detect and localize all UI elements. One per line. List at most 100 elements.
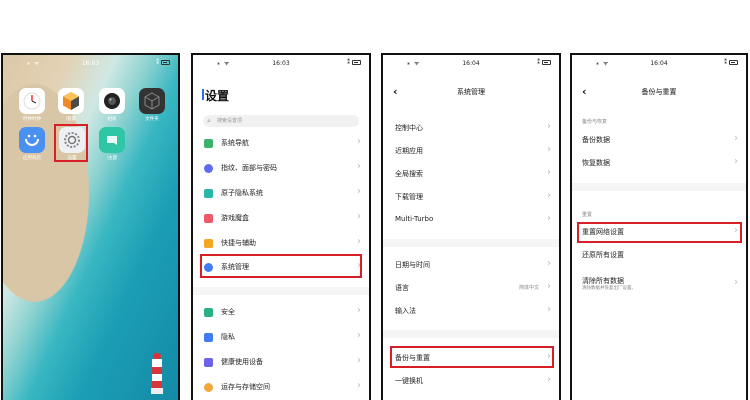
item-label: 指纹、面部与密码: [221, 164, 277, 172]
item-label: 原子隐私系统: [221, 189, 263, 197]
chevron-right-icon: ›: [547, 374, 551, 385]
chevron-right-icon: ›: [357, 236, 361, 247]
item-recent-apps[interactable]: 近期应用 ›: [383, 142, 559, 164]
item-label: 一键换机: [395, 377, 423, 385]
app-folder[interactable]: 文件夹: [135, 88, 169, 122]
settings-item-privacy-system[interactable]: 原子隐私系统 ›: [193, 184, 369, 206]
backup-reset-phone: ⁎ ᯤ 16:04 ⁑ ‹ 备份与重置 备份与恢复 备份数据 › 恢复数据 › …: [570, 53, 748, 400]
chevron-right-icon: ›: [547, 281, 551, 292]
chevron-right-icon: ›: [357, 330, 361, 341]
app-label: i主题: [106, 156, 118, 161]
section-header-backup: 备份与恢复: [582, 119, 608, 125]
item-global-search[interactable]: 全局搜索 ›: [383, 165, 559, 187]
search-icon: ⌕: [207, 117, 211, 125]
settings-item-privacy[interactable]: 隐私 ›: [193, 328, 369, 350]
search-input[interactable]: ⌕ 搜索设置项: [203, 115, 359, 127]
home-screen-phone: ⁎ ᯤ 16:03 ⁑ 时钟时钟 i管家 相机 文件夹 应用商店 设置 i主题: [1, 53, 180, 400]
divider: [572, 183, 746, 191]
settings-item-security[interactable]: 安全 ›: [193, 303, 369, 325]
theme-icon: [99, 127, 125, 153]
item-restore-all-settings[interactable]: 还原所有设置: [572, 246, 746, 268]
hourglass-icon: [204, 358, 213, 367]
item-phone-clone[interactable]: 一键换机 ›: [383, 372, 559, 394]
app-label: 时钟时钟: [23, 117, 41, 122]
divider: [383, 239, 559, 247]
item-label: Multi-Turbo: [395, 215, 434, 223]
item-restore-data[interactable]: 恢复数据 ›: [572, 154, 746, 176]
page-title: 设置: [201, 89, 230, 103]
app-imanager[interactable]: i管家: [54, 88, 88, 122]
item-label: 备份数据: [582, 136, 610, 144]
highlight-system-management: [200, 254, 362, 278]
item-erase-all-data[interactable]: 清除所有数据 清除数据并恢复出厂设置。 ›: [572, 272, 746, 298]
chevron-right-icon: ›: [547, 190, 551, 201]
item-date-time[interactable]: 日期与时间 ›: [383, 256, 559, 278]
settings-item-storage[interactable]: 运存与存储空间 ›: [193, 378, 369, 400]
item-label: 安全: [221, 308, 235, 316]
language-value: 简体中文: [518, 285, 539, 291]
item-input-method[interactable]: 输入法 ›: [383, 302, 559, 324]
item-download-manager[interactable]: 下载管理 ›: [383, 188, 559, 210]
status-icons-right: ⁑: [347, 59, 361, 66]
app-label: i管家: [65, 117, 77, 122]
shield-icon: [204, 308, 213, 317]
item-backup-data[interactable]: 备份数据 ›: [572, 131, 746, 153]
item-label: 隐私: [221, 333, 235, 341]
shield-icon: [204, 189, 213, 198]
chevron-right-icon: ›: [357, 186, 361, 197]
settings-item-game-box[interactable]: 游戏魔盒 ›: [193, 209, 369, 231]
item-label: 语言: [395, 284, 409, 292]
chevron-right-icon: ›: [547, 144, 551, 155]
store-icon: [19, 127, 45, 153]
page-title: 系统管理: [457, 88, 485, 96]
shortcut-icon: [204, 239, 213, 248]
item-label: 全局搜索: [395, 170, 423, 178]
chevron-right-icon: ›: [547, 304, 551, 315]
search-placeholder: 搜索设置项: [217, 118, 243, 124]
item-label: 恢复数据: [582, 159, 610, 167]
chevron-right-icon: ›: [547, 121, 551, 132]
item-label: 运存与存储空间: [221, 383, 270, 391]
chevron-right-icon: ›: [357, 136, 361, 147]
item-language[interactable]: 语言 简体中文 ›: [383, 279, 559, 301]
chevron-right-icon: ›: [547, 213, 551, 224]
chevron-right-icon: ›: [357, 305, 361, 316]
app-label: 相机: [107, 117, 117, 122]
status-bar: ⁎ ᯤ 16:03 ⁑: [193, 55, 369, 73]
storage-icon: [204, 383, 213, 392]
status-icons-right: ⁑: [537, 59, 551, 66]
app-clock[interactable]: 时钟时钟: [15, 88, 49, 122]
settings-item-fingerprint[interactable]: 指纹、面部与密码 ›: [193, 159, 369, 181]
status-icons-right: ⁑: [156, 59, 170, 66]
chevron-right-icon: ›: [734, 156, 738, 167]
divider: [383, 330, 559, 338]
item-label: 健康使用设备: [221, 358, 263, 366]
camera-icon: [99, 88, 125, 114]
settings-item-healthy-usage[interactable]: 健康使用设备 ›: [193, 353, 369, 375]
cube-orange-icon: [58, 88, 84, 114]
app-theme[interactable]: i主题: [95, 127, 129, 161]
settings-phone: ⁎ ᯤ 16:03 ⁑ 设置 ⌕ 搜索设置项 系统导航 › 指纹、面部与密码 ›…: [191, 53, 371, 400]
fingerprint-icon: [204, 164, 213, 173]
settings-item-system-navigation[interactable]: 系统导航 ›: [193, 134, 369, 156]
app-camera[interactable]: 相机: [95, 88, 129, 122]
item-label: 游戏魔盒: [221, 214, 249, 222]
divider: [193, 287, 369, 295]
item-label: 日期与时间: [395, 261, 430, 269]
gamepad-icon: [204, 214, 213, 223]
system-management-phone: ⁎ ᯤ 16:04 ⁑ ‹ 系统管理 控制中心 › 近期应用 › 全局搜索 › …: [381, 53, 561, 400]
item-label: 下载管理: [395, 193, 423, 201]
app-store[interactable]: 应用商店: [15, 127, 49, 161]
chevron-right-icon: ›: [357, 211, 361, 222]
chevron-right-icon: ›: [547, 167, 551, 178]
lighthouse-decoration: [151, 353, 163, 394]
item-multi-turbo[interactable]: Multi-Turbo ›: [383, 211, 559, 233]
chevron-right-icon: ›: [357, 380, 361, 391]
app-label: 文件夹: [145, 117, 159, 122]
item-label: 近期应用: [395, 147, 423, 155]
chevron-right-icon: ›: [734, 133, 738, 144]
settings-item-shortcuts[interactable]: 快捷与辅助 ›: [193, 234, 369, 256]
item-label: 输入法: [395, 307, 416, 315]
item-control-center[interactable]: 控制中心 ›: [383, 119, 559, 141]
page-title: 备份与重置: [641, 88, 677, 96]
